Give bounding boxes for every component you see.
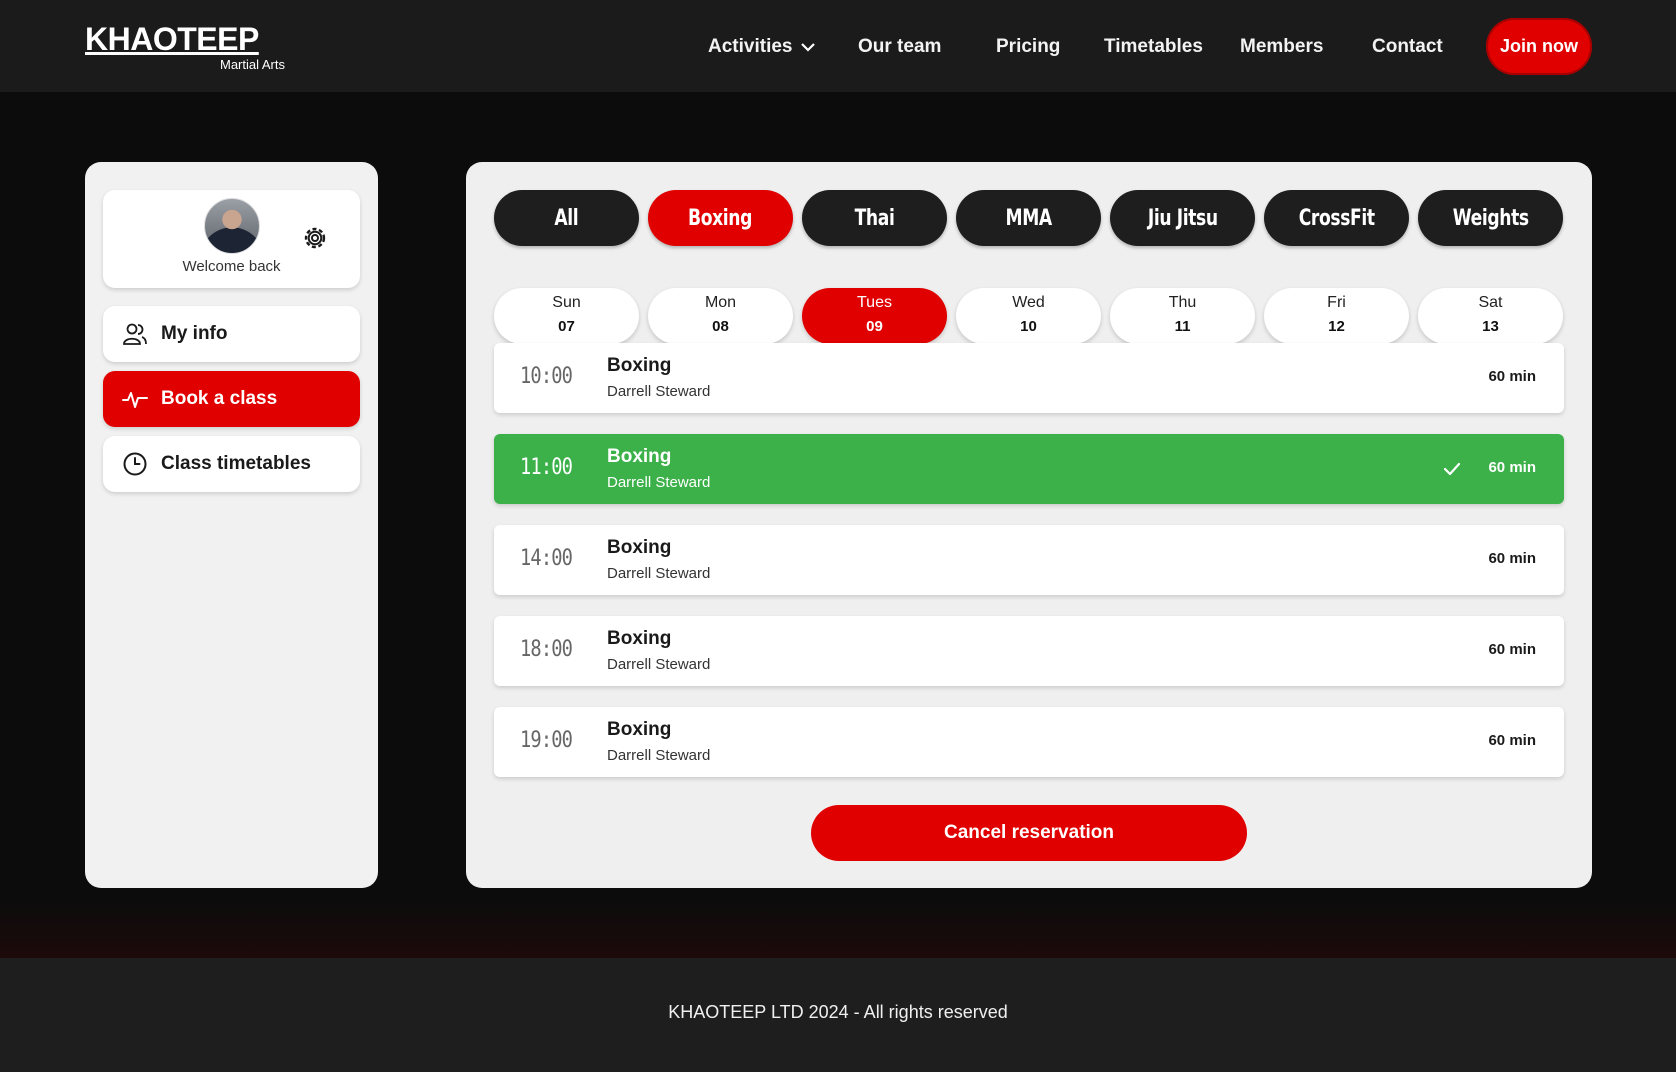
day-tues[interactable]: Tues 09 [802, 288, 947, 344]
day-date: 12 [1328, 318, 1345, 335]
category-label: Jiu Jitsu [1147, 205, 1218, 231]
day-name: Sat [1478, 294, 1503, 311]
clock-icon [121, 450, 149, 478]
category-label: Boxing [688, 205, 753, 231]
day-date: 11 [1174, 318, 1191, 335]
day-fri[interactable]: Fri 12 [1264, 288, 1409, 344]
day-date: 13 [1482, 318, 1499, 335]
category-all[interactable]: All [494, 190, 639, 246]
category-label: Thai [854, 205, 895, 231]
class-time-text: 19:00 [520, 728, 573, 753]
class-time: 18:00 [520, 637, 581, 662]
day-mon[interactable]: Mon 08 [648, 288, 793, 344]
brand-name: KHAOTEEP [85, 21, 259, 57]
class-duration: 60 min [1488, 641, 1536, 658]
day-name: Thu [1168, 294, 1197, 311]
class-row[interactable]: 19:00 Boxing Darrell Steward 60 min [494, 707, 1564, 777]
day-date: 08 [712, 318, 729, 335]
day-sun[interactable]: Sun 07 [494, 288, 639, 344]
day-date: 07 [558, 318, 575, 335]
class-time: 10:00 [520, 364, 581, 389]
class-coach: Darrell Steward [607, 565, 711, 582]
category-thai[interactable]: Thai [802, 190, 947, 246]
nav-item-our-team[interactable]: Our team [858, 34, 941, 60]
cancel-reservation-button[interactable]: Cancel reservation [811, 805, 1247, 861]
nav-item-contact[interactable]: Contact [1372, 34, 1443, 60]
class-row-booked[interactable]: 11:00 Boxing Darrell Steward 60 min [494, 434, 1564, 504]
class-time: 11:00 [520, 455, 581, 480]
welcome-card: Welcome back [103, 190, 360, 288]
day-name: Tues [857, 294, 892, 311]
sidebar: Welcome back My info Book a class Class … [85, 162, 378, 888]
class-time-text: 11:00 [520, 455, 573, 480]
category-label: All [554, 205, 579, 231]
class-coach: Darrell Steward [607, 656, 711, 673]
day-wed[interactable]: Wed 10 [956, 288, 1101, 344]
nav-item-activities[interactable]: Activities [708, 34, 815, 60]
avatar[interactable] [204, 198, 260, 254]
category-weights[interactable]: Weights [1418, 190, 1563, 246]
class-time-text: 14:00 [520, 546, 573, 571]
category-label: MMA [1005, 205, 1052, 231]
nav-item-pricing[interactable]: Pricing [996, 34, 1060, 60]
class-row[interactable]: 10:00 Boxing Darrell Steward 60 min [494, 343, 1564, 413]
day-thu[interactable]: Thu 11 [1110, 288, 1255, 344]
day-name: Fri [1327, 294, 1346, 311]
class-name: Boxing [607, 537, 672, 558]
class-duration: 60 min [1488, 550, 1536, 567]
class-row[interactable]: 18:00 Boxing Darrell Steward 60 min [494, 616, 1564, 686]
class-coach: Darrell Steward [607, 474, 711, 491]
copyright-text: KHAOTEEP LTD 2024 - All rights reserved [668, 1002, 1008, 1022]
booking-panel: All Boxing Thai MMA Jiu Jitsu CrossFit W… [466, 162, 1592, 888]
check-icon [1443, 462, 1461, 476]
category-label: CrossFit [1298, 205, 1375, 231]
class-time: 19:00 [520, 728, 581, 753]
day-date: 09 [866, 318, 883, 335]
brand-subtitle: Martial Arts [219, 57, 285, 72]
nav-item-members[interactable]: Members [1240, 34, 1323, 60]
day-date: 10 [1020, 318, 1037, 335]
sidebar-item-book-a-class[interactable]: Book a class [103, 371, 360, 427]
chevron-down-icon [800, 43, 815, 52]
class-name: Boxing [607, 628, 672, 649]
category-jiu-jitsu[interactable]: Jiu Jitsu [1110, 190, 1255, 246]
footer: KHAOTEEP LTD 2024 - All rights reserved [0, 958, 1676, 1072]
sidebar-item-my-info[interactable]: My info [103, 306, 360, 362]
class-time-text: 18:00 [520, 637, 573, 662]
category-label: Weights [1452, 205, 1529, 231]
class-row[interactable]: 14:00 Boxing Darrell Steward 60 min [494, 525, 1564, 595]
class-duration: 60 min [1488, 732, 1536, 749]
top-navigation: KHAOTEEP Martial Arts Activities Our tea… [0, 0, 1676, 92]
nav-item-timetables[interactable]: Timetables [1104, 34, 1203, 60]
class-duration: 60 min [1488, 368, 1536, 385]
sidebar-item-class-timetables[interactable]: Class timetables [103, 436, 360, 492]
class-time-text: 10:00 [520, 364, 573, 389]
nav-item-label: Activities [708, 36, 793, 57]
footer-divider [0, 900, 1676, 958]
activity-icon [121, 385, 149, 413]
category-mma[interactable]: MMA [956, 190, 1101, 246]
category-boxing[interactable]: Boxing [648, 190, 793, 246]
class-coach: Darrell Steward [607, 747, 711, 764]
users-icon [121, 320, 149, 348]
brand-logo[interactable]: KHAOTEEP Martial Arts [85, 22, 285, 74]
class-name: Boxing [607, 446, 672, 467]
day-name: Mon [704, 294, 737, 311]
sidebar-item-label: Class timetables [161, 453, 311, 474]
day-sat[interactable]: Sat 13 [1418, 288, 1563, 344]
class-coach: Darrell Steward [607, 383, 711, 400]
class-name: Boxing [607, 719, 672, 740]
day-name: Sun [552, 294, 581, 311]
day-name: Wed [1012, 294, 1045, 311]
welcome-text: Welcome back [182, 258, 281, 275]
category-crossfit[interactable]: CrossFit [1264, 190, 1409, 246]
class-name: Boxing [607, 355, 672, 376]
sidebar-item-label: Book a class [161, 388, 278, 409]
sidebar-item-label: My info [161, 323, 228, 344]
class-duration: 60 min [1488, 459, 1536, 476]
gear-icon[interactable] [301, 224, 329, 252]
class-time: 14:00 [520, 546, 581, 571]
join-now-button[interactable]: Join now [1486, 18, 1592, 75]
